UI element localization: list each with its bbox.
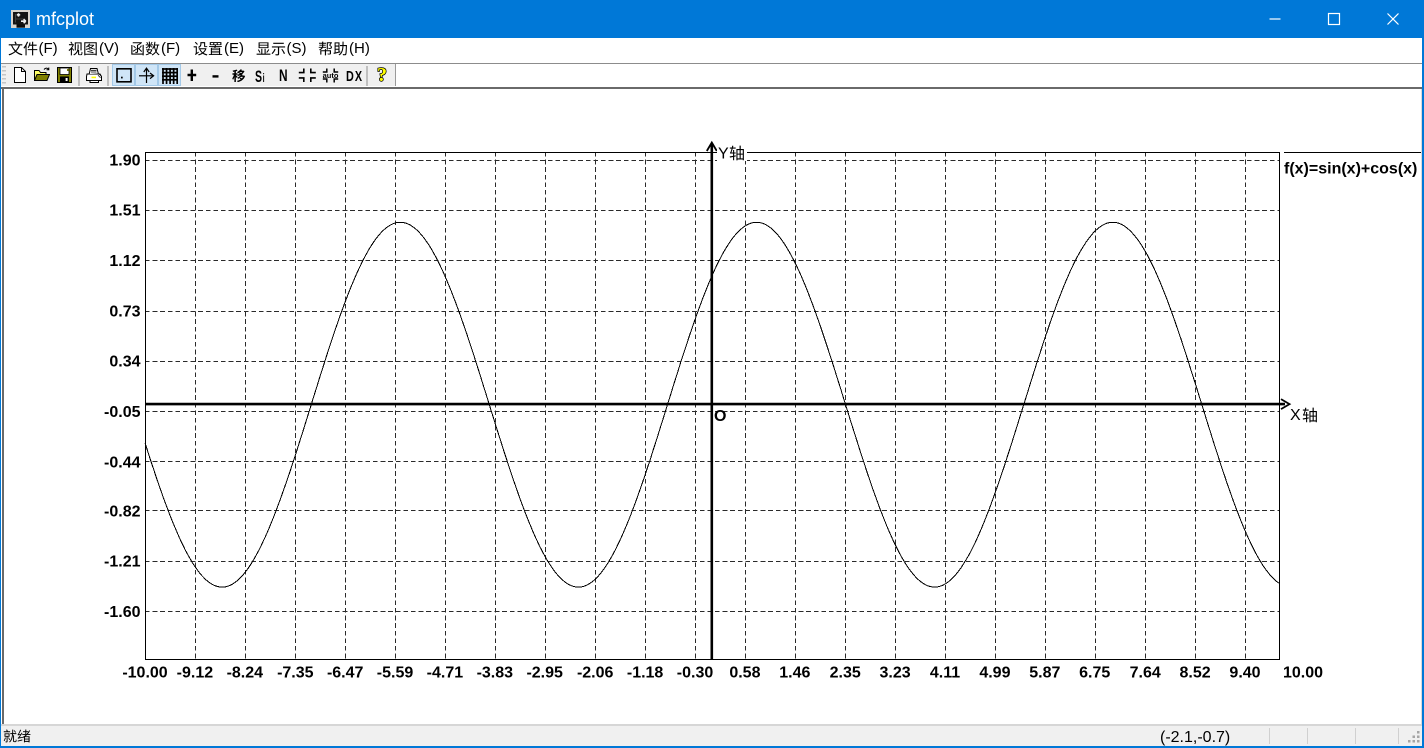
svg-text:0.73: 0.73	[109, 303, 140, 320]
svg-text:0.58: 0.58	[729, 665, 760, 682]
svg-text:6.75: 6.75	[1079, 665, 1110, 682]
svg-text:O: O	[714, 408, 726, 425]
svg-text:-0.30: -0.30	[677, 665, 714, 682]
svg-text:X: X	[1290, 407, 1301, 424]
svg-text:-1.18: -1.18	[627, 665, 664, 682]
svg-text:3.23: 3.23	[880, 665, 911, 682]
svg-text:1.90: 1.90	[109, 152, 140, 169]
svg-text:10.00: 10.00	[1283, 665, 1323, 682]
svg-text:0.34: 0.34	[109, 354, 140, 371]
svg-text:-10.00: -10.00	[122, 665, 167, 682]
svg-text:1.12: 1.12	[109, 253, 140, 270]
svg-text:-6.47: -6.47	[327, 665, 364, 682]
svg-text:9.40: 9.40	[1229, 665, 1260, 682]
svg-text:-9.12: -9.12	[177, 665, 214, 682]
svg-text:f(x)=sin(x)+cos(x): f(x)=sin(x)+cos(x)	[1284, 161, 1417, 178]
svg-text:Y: Y	[718, 146, 729, 163]
svg-text:-1.60: -1.60	[104, 604, 141, 621]
svg-text:8.52: 8.52	[1180, 665, 1211, 682]
svg-text:-2.95: -2.95	[526, 665, 563, 682]
svg-text:1.51: 1.51	[109, 203, 140, 220]
svg-text:4.99: 4.99	[979, 665, 1010, 682]
svg-text:-7.35: -7.35	[277, 665, 314, 682]
svg-text:-0.05: -0.05	[104, 404, 141, 421]
svg-text:-4.71: -4.71	[427, 665, 464, 682]
svg-text:1.46: 1.46	[779, 665, 810, 682]
svg-text:-0.44: -0.44	[104, 454, 141, 471]
svg-text:-0.82: -0.82	[104, 503, 141, 520]
svg-text:-8.24: -8.24	[227, 665, 264, 682]
svg-text:2.35: 2.35	[830, 665, 861, 682]
svg-text:7.64: 7.64	[1130, 665, 1161, 682]
svg-text:-3.83: -3.83	[477, 665, 514, 682]
svg-text:-1.21: -1.21	[104, 554, 141, 571]
svg-text:5.87: 5.87	[1029, 665, 1060, 682]
svg-text:-5.59: -5.59	[377, 665, 414, 682]
svg-text:4.11: 4.11	[930, 665, 960, 682]
svg-text:-2.06: -2.06	[577, 665, 614, 682]
